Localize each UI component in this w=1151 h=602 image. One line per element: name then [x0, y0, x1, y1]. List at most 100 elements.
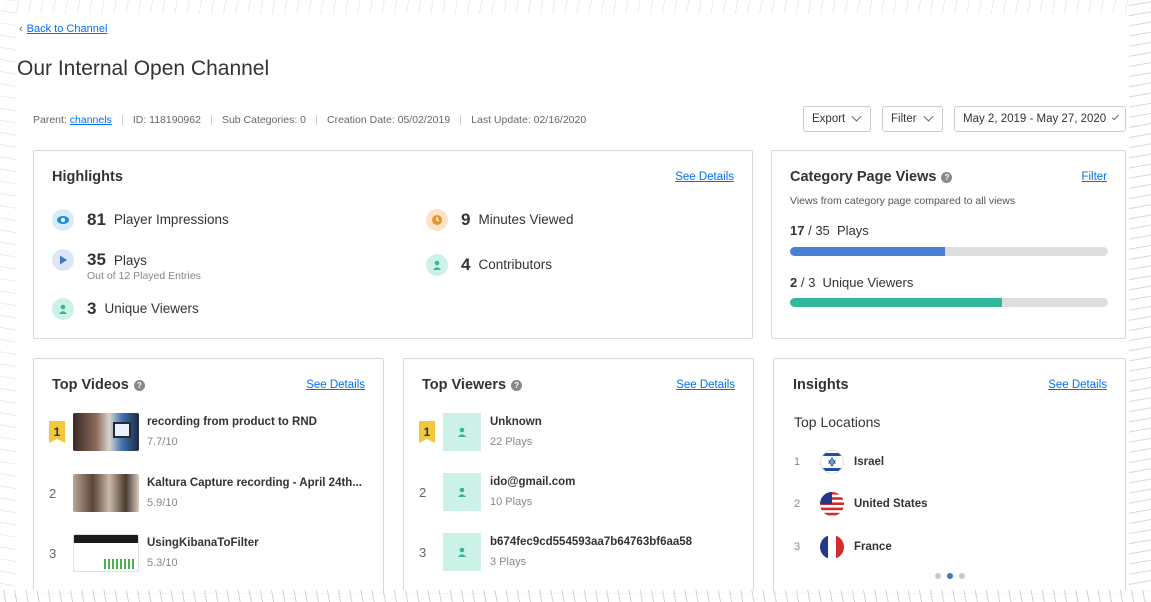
filter-dropdown[interactable]: Filter: [882, 106, 943, 132]
highlights-see-details-link[interactable]: See Details: [675, 171, 734, 183]
insights-card: Insights See Details Top Locations 1 Isr…: [773, 358, 1126, 594]
analytics-page: ‹ Back to Channel Our Internal Open Chann…: [0, 0, 1151, 602]
user-avatar-icon: [443, 473, 481, 511]
viewer-rank: 1: [419, 421, 443, 443]
export-label: Export: [812, 113, 846, 125]
video-title[interactable]: recording from product to RND: [147, 416, 317, 428]
plays-subtext: Out of 12 Played Entries: [87, 270, 201, 282]
viewer-text: Unknown 22 Plays: [490, 416, 542, 448]
rank-badge: 1: [419, 421, 435, 443]
user-icon: [426, 254, 448, 276]
meta-divider: [460, 115, 462, 125]
minutes-value: 9: [461, 210, 471, 229]
location-name: United States: [854, 498, 928, 510]
top-viewer-row[interactable]: 3 b674fec9cd554593aa7b64763bf6aa58 3 Pla…: [419, 533, 692, 571]
torn-edge-top: [0, 0, 1151, 14]
carousel-dot[interactable]: [958, 573, 965, 579]
unique-viewers-value: 3: [87, 299, 97, 318]
highlights-title: Highlights: [52, 169, 123, 185]
thumbnail-chart-graphic: [104, 559, 134, 569]
contributors-value: 4: [461, 255, 471, 274]
viewer-rank: 3: [419, 544, 427, 560]
location-row: 1 Israel: [794, 450, 884, 474]
top-video-row[interactable]: 2 Kaltura Capture recording - April 24th…: [49, 474, 362, 512]
impressions-label: Player Impressions: [113, 212, 229, 227]
top-video-row[interactable]: 3 UsingKibanaToFilter 5.3/10: [49, 534, 259, 572]
video-thumbnail[interactable]: [73, 413, 139, 451]
date-range-label: May 2, 2019 - May 27, 2020: [963, 113, 1107, 125]
viewer-name: ido@gmail.com: [490, 476, 576, 488]
us-flag-icon: [820, 492, 844, 516]
france-flag-icon: [820, 535, 844, 559]
contributors-label: Contributors: [478, 257, 553, 272]
contributors-stat: 4 Contributors: [426, 254, 552, 276]
top-videos-title-text: Top Videos: [52, 377, 129, 393]
category-plays-value: 17: [790, 223, 805, 238]
filter-label: Filter: [891, 113, 917, 125]
top-viewer-row[interactable]: 2 ido@gmail.com 10 Plays: [419, 473, 575, 511]
user-icon: [52, 298, 74, 320]
user-avatar-icon: [443, 413, 481, 451]
video-thumbnail[interactable]: [73, 534, 139, 572]
viewer-rank: 2: [419, 484, 427, 500]
eye-icon: [52, 209, 74, 231]
top-viewers-see-details-link[interactable]: See Details: [676, 379, 735, 391]
location-rank: 3: [794, 541, 801, 553]
viewer-plays: 22 Plays: [490, 436, 533, 448]
carousel-dot[interactable]: [934, 573, 941, 579]
plays-value: 35: [87, 250, 106, 269]
meta-divider: [210, 115, 212, 125]
location-row: 2 United States: [794, 492, 928, 516]
category-page-views-title: Category Page Views ?: [790, 169, 953, 185]
export-dropdown[interactable]: Export: [803, 106, 871, 132]
category-page-views-card: Category Page Views ? Filter Views from …: [771, 150, 1126, 339]
video-text: recording from product to RND 7.7/10: [147, 416, 317, 448]
location-name: Israel: [854, 456, 885, 468]
category-plays-total: 35: [815, 223, 830, 238]
video-text: UsingKibanaToFilter 5.3/10: [147, 537, 259, 569]
top-locations-subtitle: Top Locations: [794, 414, 881, 430]
category-viewers-bar-fill: [790, 298, 1003, 307]
top-viewers-card: Top Viewers ? See Details 1 Unknown 22 P…: [403, 358, 754, 594]
date-range-picker[interactable]: May 2, 2019 - May 27, 2020: [954, 106, 1126, 132]
minutes-label: Minutes Viewed: [478, 212, 574, 227]
israel-flag-icon: [820, 450, 844, 474]
top-videos-see-details-link[interactable]: See Details: [306, 379, 365, 391]
user-avatar-icon: [443, 533, 481, 571]
video-score: 5.3/10: [147, 557, 178, 569]
help-icon[interactable]: ?: [133, 379, 145, 391]
category-meta-row: Parent: channels ID: 118190962 Sub Categ…: [33, 114, 586, 126]
insights-see-details-link[interactable]: See Details: [1048, 379, 1107, 391]
category-views-filter-link[interactable]: Filter: [1081, 171, 1107, 183]
video-rank: 2: [49, 485, 57, 501]
help-icon[interactable]: ?: [941, 171, 953, 183]
category-viewers-total: 3: [808, 275, 816, 290]
video-thumbnail[interactable]: [73, 474, 139, 512]
clock-icon: [426, 209, 448, 231]
chevron-down-icon: [1112, 112, 1120, 120]
category-page-views-title-text: Category Page Views: [790, 169, 937, 185]
parent-label: Parent:: [33, 114, 67, 126]
video-score: 7.7/10: [147, 436, 178, 448]
play-icon: [52, 249, 74, 271]
video-title[interactable]: UsingKibanaToFilter: [147, 537, 259, 549]
top-viewers-title: Top Viewers ?: [422, 377, 523, 393]
top-viewer-row[interactable]: 1 Unknown 22 Plays: [419, 413, 542, 451]
plays-text: 35 Plays Out of 12 Played Entries: [87, 249, 201, 282]
impressions-value: 81: [87, 210, 106, 229]
video-title[interactable]: Kaltura Capture recording - April 24th..…: [147, 477, 362, 489]
carousel-dot-active[interactable]: [946, 573, 953, 579]
meta-divider: [121, 115, 123, 125]
viewer-name: Unknown: [490, 416, 542, 428]
parent-link[interactable]: channels: [70, 114, 112, 126]
top-video-row[interactable]: 1 recording from product to RND 7.7/10: [49, 413, 317, 451]
sub-categories-count: Sub Categories: 0: [221, 114, 306, 126]
back-to-channel-link[interactable]: ‹ Back to Channel: [19, 23, 107, 35]
screen-graphic: [113, 422, 131, 438]
category-plays-label: Plays: [837, 223, 869, 238]
location-name: France: [854, 541, 892, 553]
video-rank: 1: [49, 421, 73, 443]
insights-title: Insights: [793, 377, 849, 393]
help-icon[interactable]: ?: [511, 379, 523, 391]
video-score: 5.9/10: [147, 497, 178, 509]
